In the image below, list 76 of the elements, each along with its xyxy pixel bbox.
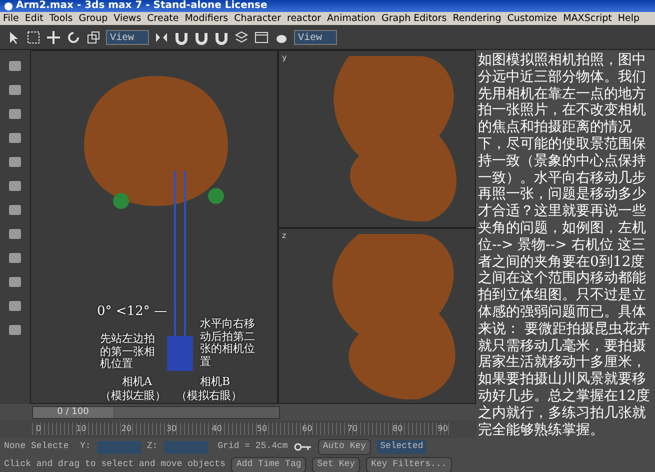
grid-readout: Grid = 25.4cm: [218, 440, 288, 454]
tick-label: 60: [302, 423, 312, 435]
selection-status: None Selecte: [4, 440, 70, 454]
menu-item[interactable]: Help: [618, 12, 640, 25]
add-time-tag-button[interactable]: Add Time Tag: [231, 457, 306, 472]
camera-note: （模拟右眼）: [176, 388, 242, 404]
tool-icon[interactable]: [7, 202, 23, 218]
set-key-button[interactable]: Set Key: [312, 457, 360, 472]
rotate-icon[interactable]: [66, 30, 81, 44]
menu-item[interactable]: Create: [147, 12, 179, 25]
menu-item[interactable]: File: [3, 12, 19, 25]
camera-label: 相机A: [122, 374, 152, 390]
explanation-text: 如图模拟照相机拍照，图中分远中近三部分物体。我们先用相机在靠左一点的地方拍一张照片，在不改变相机的焦点和拍摄距离的情况下，尽可能的使取景范围保持一致（景象的中心点保持一致）。水平向右移动几步再照一张，问题是移动多少才合适？这里就要再说一些夹角的问题，如例图，左机位--> 景物--> 右机位 这三者之间的夹角要在0到12度之间在这个范围内移动都能拍到立体组图。只不过是立体感的强弱问题而已。具体来说： 要微距拍摄昆虫花卉就只需移动几毫米，要拍摄居家生活就移动十多厘米，如果要拍摄山川风景就要移动好几步。总之掌握在12度之内就行，多练习拍几张就完全能够熟练掌握。: [476, 50, 655, 472]
y-label: Y:: [80, 440, 91, 454]
tool-icon[interactable]: [7, 298, 23, 314]
reference-dropdown[interactable]: View: [106, 30, 150, 44]
select-region-icon[interactable]: [26, 30, 41, 44]
tool-icon[interactable]: [7, 226, 23, 242]
key-icon[interactable]: [294, 443, 312, 451]
prompt-text: Click and drag to select and move objects: [4, 458, 226, 472]
tick-label: 10: [76, 423, 86, 435]
menu-item[interactable]: Edit: [24, 12, 44, 25]
tool-icon[interactable]: [7, 322, 23, 338]
menu-item[interactable]: Customize: [507, 12, 558, 25]
key-mode-dropdown[interactable]: Selected: [377, 440, 426, 454]
menu-item[interactable]: Tools: [49, 12, 73, 25]
tool-icon[interactable]: [7, 178, 23, 194]
layers-icon[interactable]: [234, 30, 250, 44]
time-slider-thumb[interactable]: 0 / 100: [33, 406, 113, 418]
menu-item[interactable]: Rendering: [452, 12, 502, 25]
tool-icon[interactable]: [7, 250, 23, 266]
y-field[interactable]: [96, 440, 141, 454]
menu-item[interactable]: reactor: [287, 12, 322, 25]
camera-label: 相机B: [200, 374, 230, 390]
top-viewport[interactable]: y: [278, 50, 476, 228]
tick-label: 70: [347, 423, 358, 435]
tool-icon[interactable]: [7, 154, 23, 170]
angle-annotation: 0° <12° —: [97, 303, 167, 321]
tool-icon[interactable]: [7, 82, 23, 98]
annotation-text: 先站左边拍的第一张相机位置: [100, 333, 156, 370]
auto-key-button[interactable]: Auto Key: [318, 439, 372, 455]
annotation-text: 水平向右移动后拍第二张的相机位置: [200, 318, 256, 368]
z-label: Z:: [146, 440, 158, 454]
time-slider[interactable]: 0 / 100: [32, 406, 280, 418]
tick-label: 20: [121, 423, 132, 435]
front-viewport[interactable]: z: [278, 228, 476, 404]
move-icon[interactable]: [46, 30, 61, 44]
perspective-viewport[interactable]: [30, 50, 278, 404]
window-title: Arm2.max - 3ds max 7 - Stand-alone License: [16, 0, 268, 12]
camera-note: （模拟左眼）: [100, 388, 166, 404]
menu-item[interactable]: Views: [114, 12, 142, 25]
tick-label: 90: [438, 423, 448, 435]
menu-item[interactable]: Group: [78, 12, 108, 25]
tick-label: 80: [392, 423, 403, 435]
tick-label: 50: [256, 423, 268, 435]
tool-icon[interactable]: [7, 58, 23, 74]
menu-item[interactable]: Character: [234, 12, 282, 25]
key-filters-button[interactable]: Key Filters...: [366, 457, 452, 472]
menu-item[interactable]: Graph Editors: [381, 12, 447, 25]
scale-icon[interactable]: [86, 30, 101, 44]
tool-icon[interactable]: [7, 106, 23, 122]
menu-item[interactable]: Animation: [327, 12, 376, 25]
menu-item[interactable]: MAXScript: [563, 12, 612, 25]
window-icon[interactable]: [254, 30, 270, 44]
viewport-label: z: [282, 230, 286, 242]
trackbar[interactable]: 0 10 20 30 40 50 60 70 80 90: [32, 423, 452, 435]
menu-item[interactable]: Modifiers: [184, 12, 228, 25]
reference-dropdown[interactable]: View: [294, 30, 338, 44]
tick-label: 0: [36, 423, 42, 435]
tool-icon[interactable]: [7, 274, 23, 290]
app-logo-icon: [4, 2, 13, 10]
tick-label: 30: [166, 423, 177, 435]
z-field[interactable]: [164, 440, 208, 454]
tool-icon[interactable]: [7, 130, 23, 146]
viewport-label: y: [282, 52, 287, 64]
tick-label: 40: [212, 423, 222, 435]
